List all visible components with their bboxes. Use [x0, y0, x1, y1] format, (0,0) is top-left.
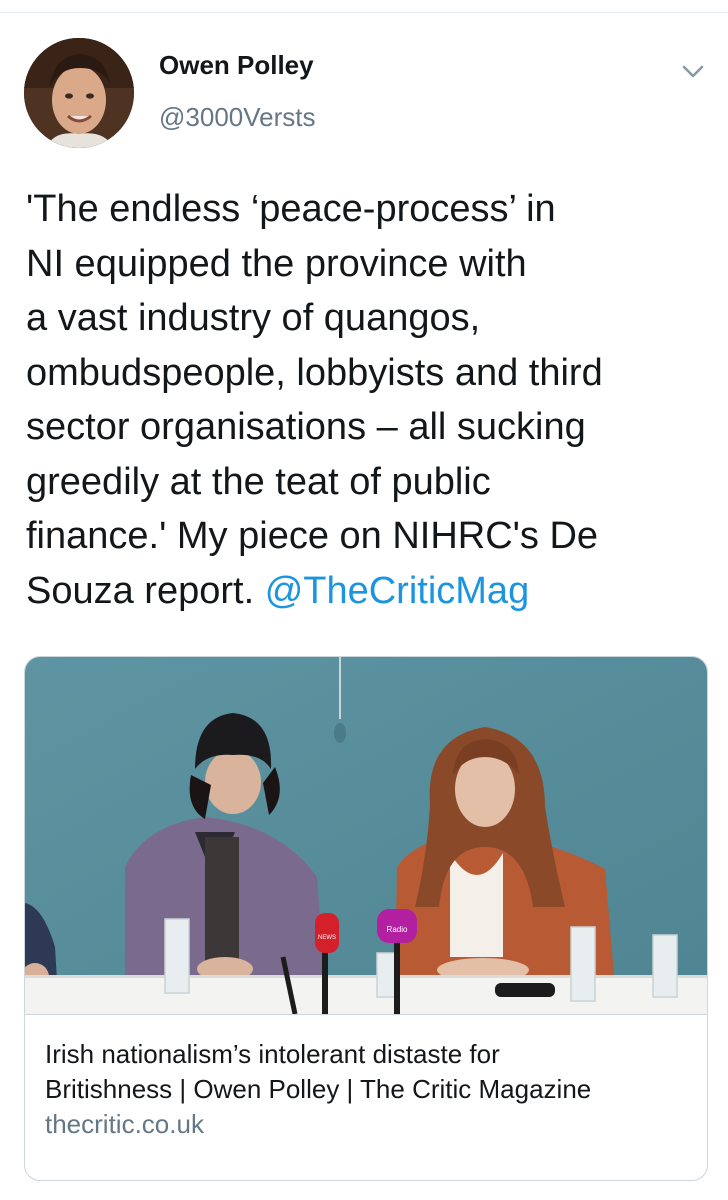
tweet-text-line: 'The endless ‘peace-process’ in: [26, 188, 556, 230]
tweet-text-line: ombudspeople, lobbyists and third: [26, 351, 603, 394]
mention-link[interactable]: @TheCriticMag: [265, 570, 530, 612]
avatar-photo: [24, 38, 134, 148]
chevron-down-icon[interactable]: [678, 56, 708, 86]
card-title: Irish nationalism’s intolerant distaste …: [45, 1037, 695, 1107]
mic-label-news: NEWS: [318, 935, 336, 941]
tweet: Owen Polley @3000Versts 'The endless ‘pe…: [0, 12, 728, 1200]
author-avatar[interactable]: [24, 38, 134, 148]
author-display-name[interactable]: Owen Polley: [159, 50, 314, 81]
tweet-text-line: finance.' My piece on NIHRC's De: [26, 515, 599, 557]
card-title-line: Britishness | Owen Polley | The Critic M…: [45, 1074, 592, 1104]
card-title-line: Irish nationalism’s intolerant distaste …: [45, 1039, 500, 1069]
tweet-text-line: Souza report.: [26, 569, 265, 612]
tweet-text-line: a vast industry of quangos,: [26, 297, 481, 339]
tweet-text-last-line: Souza report. @TheCriticMag: [26, 564, 716, 619]
mic-label-radio: Radio: [387, 925, 408, 934]
tweet-text-line: greedily at the teat of public: [26, 460, 491, 503]
tweet-text-line: sector organisations – all sucking: [26, 406, 586, 448]
card-domain: thecritic.co.uk: [45, 1109, 204, 1139]
card-text: Irish nationalism’s intolerant distaste …: [25, 1014, 707, 1180]
tweet-text-line: NI equipped the province with: [26, 242, 527, 285]
card-image: NEWS Radio: [25, 657, 707, 1015]
tweet-text: 'The endless ‘peace-process’ in NI equip…: [26, 182, 716, 618]
link-preview-card[interactable]: NEWS Radio Irish nationalism’s intoleran…: [24, 656, 708, 1181]
author-handle[interactable]: @3000Versts: [159, 102, 315, 133]
